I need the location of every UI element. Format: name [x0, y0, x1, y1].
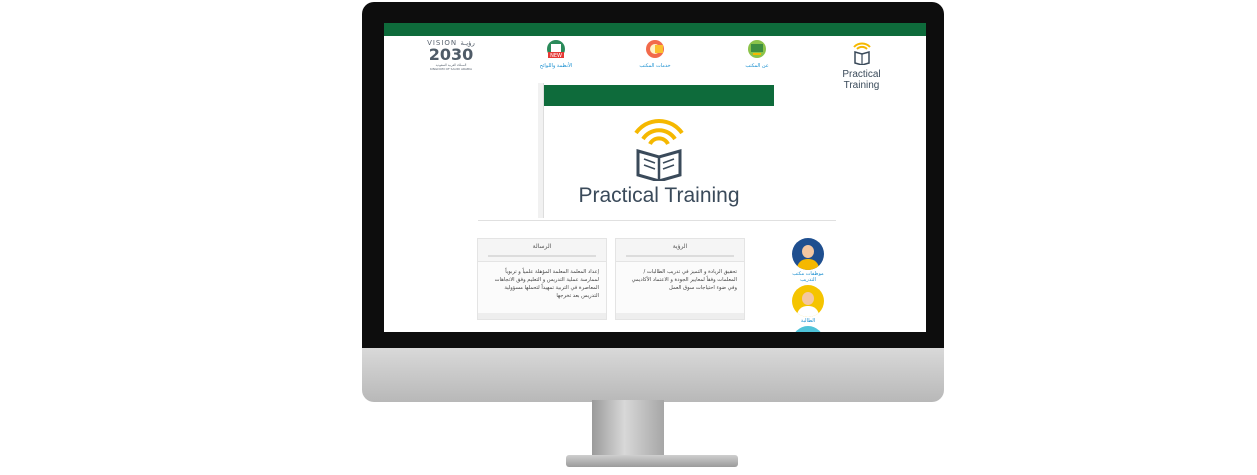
vision-card-footer — [616, 313, 744, 319]
student-avatar-body — [797, 306, 819, 317]
hero-logo — [544, 109, 774, 185]
vision-logo-country-en: KINGDOM OF SAUDI ARABIA — [429, 67, 473, 71]
book-wifi-icon — [852, 42, 871, 66]
student-avatar-face — [802, 292, 814, 305]
services-icon — [620, 39, 690, 61]
new-badge: NEW — [550, 53, 562, 59]
nav-services-label: خدمات المكتب — [639, 63, 671, 69]
hero-green-header — [544, 85, 774, 106]
hero-slider: Practical Training — [538, 83, 774, 218]
nav-regulations[interactable]: NEW الأنظمة واللوائح — [521, 39, 591, 69]
side-links: موظفات مكتب التدريب الطالبة — [784, 238, 832, 332]
staff-avatar-body — [797, 259, 819, 270]
about-icon — [722, 39, 792, 61]
staff-link-label[interactable]: موظفات مكتب التدريب — [784, 271, 832, 283]
vision-card-title: الرؤية — [672, 243, 688, 250]
mission-card-title: الرسالة — [532, 243, 552, 250]
vision-2030-logo[interactable]: VISION رؤيـة 2030 المملكة العربية السعود… — [422, 39, 480, 71]
nav-services[interactable]: خدمات المكتب — [620, 39, 690, 69]
brand-logo[interactable]: Practical Training — [824, 39, 899, 91]
mission-card-header: الرسالة — [478, 239, 606, 262]
vision-card: الرؤية تحقيق الريادة و التميز في تدريب ا… — [615, 238, 745, 320]
staff-avatar-icon[interactable] — [792, 238, 824, 270]
student-avatar-icon[interactable] — [792, 285, 824, 317]
staff-avatar-face — [802, 245, 814, 258]
nav-about-label: عن المكتب — [745, 63, 769, 69]
monitor-stand-base — [566, 455, 738, 467]
mission-card-footer — [478, 313, 606, 319]
nav-about[interactable]: عن المكتب — [722, 39, 792, 69]
hero-logo-text: Practical Training — [578, 184, 740, 207]
top-green-bar — [384, 23, 926, 36]
monitor-chin — [362, 348, 944, 402]
vision-logo-number: 2030 — [428, 45, 474, 64]
regulations-icon: NEW — [521, 39, 591, 61]
vision-card-rule — [626, 255, 734, 257]
student-link-label[interactable]: الطالبة — [784, 318, 832, 324]
hero-book-wifi-icon — [634, 119, 684, 183]
vision-card-header: الرؤية — [616, 239, 744, 262]
mission-card-rule — [488, 255, 596, 257]
website-screen: VISION رؤيـة 2030 المملكة العربية السعود… — [384, 23, 926, 332]
section-divider — [478, 220, 836, 221]
third-avatar-icon[interactable] — [792, 326, 824, 332]
mission-card: الرسالة إعداد المعلمة المعلمة المؤهلة عل… — [477, 238, 607, 320]
nav-regulations-label: الأنظمة واللوائح — [539, 63, 573, 69]
brand-logo-text: Practical Training — [842, 69, 881, 91]
mission-card-text: إعداد المعلمة المعلمة المؤهلة علمياً و ت… — [494, 269, 599, 299]
vision-card-text: تحقيق الريادة و التميز في تدريب الطالبات… — [631, 269, 737, 291]
monitor-stand-neck — [592, 400, 664, 455]
